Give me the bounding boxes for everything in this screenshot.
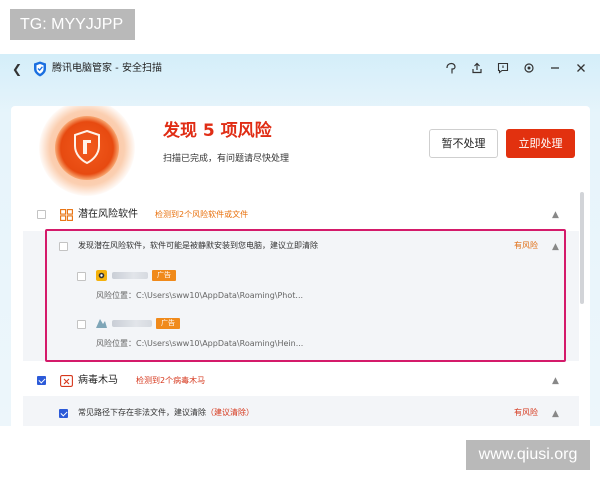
title-bar: ❮ 腾讯电脑管家 - 安全扫描 — [0, 54, 600, 84]
risk-software-icon — [60, 209, 73, 221]
fix-now-button[interactable]: 立即处理 — [506, 129, 575, 158]
minimize-icon[interactable] — [548, 61, 562, 75]
chevron-left-icon[interactable]: ❮ — [12, 61, 22, 77]
virus-icon — [60, 375, 73, 387]
virus-item-description: 常见路径下存在非法文件，建议清除（建议清除） — [78, 408, 254, 417]
window-title: 腾讯电脑管家 - 安全扫描 — [52, 63, 162, 74]
category-note-virus: 检测到2个病毒木马 — [136, 376, 206, 385]
category-title-virus: 病毒木马 — [78, 375, 118, 386]
title-bar-actions — [444, 61, 588, 75]
scrollbar[interactable] — [580, 192, 584, 304]
risk-level-label: 有风险 — [514, 408, 538, 417]
highlight-box — [45, 229, 566, 362]
watermark-bottom: www.qiusi.org — [466, 440, 590, 470]
watermark-top: TG: MYYJJPP — [10, 9, 135, 40]
category-checkbox-potential-risk[interactable] — [37, 210, 46, 219]
chevron-up-icon[interactable]: ▲ — [552, 210, 559, 220]
skin-icon[interactable] — [444, 61, 458, 75]
scan-status-text: 扫描已完成，有问题请尽快处理 — [163, 154, 290, 164]
feedback-icon[interactable] — [496, 61, 510, 75]
close-icon[interactable] — [574, 61, 588, 75]
tencent-shield-logo-icon — [34, 61, 46, 77]
category-title-potential-risk: 潜在风险软件 — [78, 209, 138, 220]
shield-alert-icon — [74, 130, 100, 164]
suggest-clear-label: （建议清除） — [206, 408, 254, 417]
settings-icon[interactable] — [522, 61, 536, 75]
item-checkbox-virus[interactable] — [59, 409, 68, 418]
chevron-up-icon[interactable]: ▲ — [552, 376, 559, 386]
screenshot-page: TG: MYYJJPP ❮ 腾讯电脑管家 - 安全扫描 发现 5 项风险 扫描已… — [0, 0, 600, 480]
ignore-button[interactable]: 暂不处理 — [429, 129, 498, 158]
risk-summary-title: 发现 5 项风险 — [163, 121, 272, 141]
share-icon[interactable] — [470, 61, 484, 75]
category-note-potential-risk: 检测到2个风险软件或文件 — [155, 210, 249, 219]
category-checkbox-virus[interactable] — [37, 376, 46, 385]
chevron-up-icon[interactable]: ▲ — [552, 409, 559, 419]
